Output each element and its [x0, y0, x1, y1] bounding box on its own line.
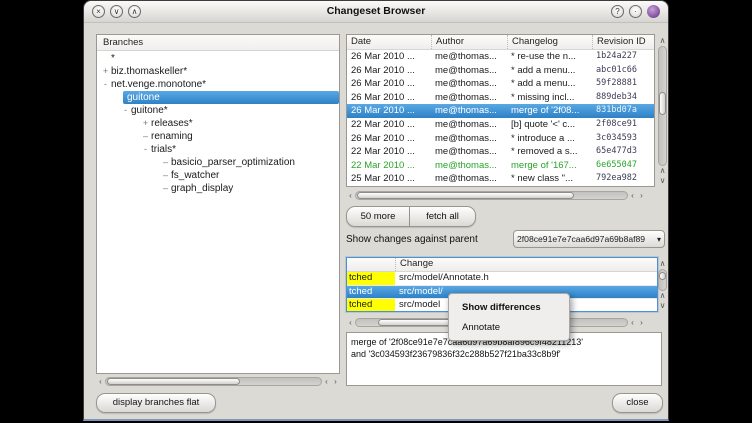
scrollbar-thumb[interactable]: [357, 192, 574, 199]
app-icon: [647, 5, 660, 18]
tree-item-renaming[interactable]: –renaming: [97, 130, 339, 143]
fetch-50-more-button[interactable]: 50 more: [346, 206, 410, 227]
titlebar-right-buttons: ? ·: [611, 5, 660, 18]
close-button[interactable]: close: [612, 393, 663, 413]
revisions-hscrollbar[interactable]: ‹ ‹ ›: [346, 190, 646, 201]
help-icon[interactable]: ?: [611, 5, 624, 18]
tree-item-graph-display[interactable]: –graph_display: [97, 182, 339, 195]
unshade-icon[interactable]: ∧: [128, 5, 141, 18]
scroll-left-icon[interactable]: ‹: [628, 318, 637, 328]
status-badge: tched: [347, 286, 395, 298]
keep-above-icon[interactable]: ·: [629, 5, 642, 18]
column-header-revision-id[interactable]: Revision ID: [592, 35, 654, 49]
status-badge: tched: [347, 299, 395, 311]
table-row[interactable]: 26 Mar 2010 ...me@thomas...* add a menu.…: [347, 64, 654, 78]
shade-icon[interactable]: ∨: [110, 5, 123, 18]
changes-vscrollbar[interactable]: ∧ ∧ ∨: [657, 259, 668, 311]
table-row[interactable]: 22 Mar 2010 ...me@thomas...[b] quote '<'…: [347, 118, 654, 132]
context-menu: Show differences Annotate: [448, 293, 570, 341]
scroll-right-icon[interactable]: ›: [331, 377, 340, 387]
scrollbar-track[interactable]: [658, 46, 667, 166]
branches-tree: * +biz.thomaskeller* -net.venge.monotone…: [97, 51, 339, 195]
scroll-left-icon[interactable]: ‹: [96, 377, 105, 387]
titlebar-left-buttons: × ∨ ∧: [92, 5, 141, 18]
fetch-button-group: 50 more fetch all: [346, 206, 476, 227]
parent-selector-label: Show changes against parent: [346, 234, 478, 245]
close-window-icon[interactable]: ×: [92, 5, 105, 18]
tree-item-biz-thomaskeller[interactable]: +biz.thomaskeller*: [97, 65, 339, 78]
branch-connector: –: [140, 130, 151, 143]
window-title: Changeset Browser: [84, 5, 668, 17]
column-header-date[interactable]: Date: [347, 35, 431, 49]
status-badge: tched: [347, 272, 395, 285]
menu-item-show-differences[interactable]: Show differences: [449, 298, 569, 318]
branches-header: Branches: [97, 35, 339, 51]
scroll-left-icon[interactable]: ‹: [346, 318, 355, 328]
changelog-line-2: and '3c034593f23679836f32c288b527f21ba33…: [351, 348, 657, 360]
revisions-vscrollbar[interactable]: ∧ ∧ ∨: [657, 36, 668, 186]
expander-icon[interactable]: +: [100, 65, 111, 78]
scroll-up-icon[interactable]: ∧: [658, 36, 667, 46]
tree-item-root[interactable]: *: [97, 52, 339, 65]
revisions-table: Date Author Changelog Revision ID 26 Mar…: [346, 34, 655, 187]
table-row[interactable]: 26 Mar 2010 ...me@thomas...* missing inc…: [347, 91, 654, 105]
scroll-left-icon[interactable]: ‹: [628, 191, 637, 201]
table-row-selected[interactable]: 26 Mar 2010 ...me@thomas...merge of '2f0…: [347, 104, 654, 118]
changes-table-header: Change: [347, 258, 657, 272]
tree-item-guitone-selected[interactable]: guitone: [123, 91, 339, 104]
changeset-browser-window: Changeset Browser × ∨ ∧ ? · Branches * +…: [83, 0, 669, 421]
scroll-down-icon[interactable]: ∨: [658, 176, 667, 186]
column-header-change[interactable]: Change: [395, 258, 657, 271]
tree-item-releases[interactable]: +releases*: [97, 117, 339, 130]
branch-connector: –: [160, 169, 171, 182]
revisions-table-header: Date Author Changelog Revision ID: [347, 35, 654, 50]
table-row[interactable]: 26 Mar 2010 ...me@thomas...* add a menu.…: [347, 77, 654, 91]
table-row[interactable]: 26 Mar 2010 ...me@thomas...* re-use the …: [347, 50, 654, 64]
fetch-all-button[interactable]: fetch all: [410, 206, 476, 227]
column-header-changelog[interactable]: Changelog: [507, 35, 592, 49]
tree-item-trials[interactable]: -trials*: [97, 143, 339, 156]
scrollbar-thumb[interactable]: [659, 92, 666, 116]
tree-item-net-venge-monotone[interactable]: -net.venge.monotone*: [97, 78, 339, 91]
table-row[interactable]: 26 Mar 2010 ...me@thomas...* introduce a…: [347, 132, 654, 146]
scrollbar-thumb[interactable]: [659, 272, 666, 280]
branch-connector: –: [160, 182, 171, 195]
column-header-status[interactable]: [347, 258, 395, 271]
tree-item-guitone-star[interactable]: -guitone*: [97, 104, 339, 117]
scroll-up-icon[interactable]: ∧: [658, 291, 667, 301]
column-header-author[interactable]: Author: [431, 35, 507, 49]
scrollbar-track[interactable]: [355, 191, 628, 200]
expander-icon[interactable]: -: [100, 78, 111, 91]
menu-item-annotate[interactable]: Annotate: [449, 318, 569, 338]
dropdown-value: 2f08ce91e7e7caa6d97a69b8af89: [517, 234, 655, 244]
scrollbar-track[interactable]: [658, 269, 667, 291]
scroll-up-icon[interactable]: ∧: [658, 166, 667, 176]
tree-item-basicio-parser-optimization[interactable]: –basicio_parser_optimization: [97, 156, 339, 169]
expander-icon[interactable]: +: [140, 117, 151, 130]
scroll-down-icon[interactable]: ∨: [658, 301, 667, 311]
table-row-merge[interactable]: 22 Mar 2010 ...me@thomas...merge of '167…: [347, 159, 654, 173]
titlebar[interactable]: Changeset Browser × ∨ ∧ ? ·: [84, 1, 668, 23]
scroll-right-icon[interactable]: ›: [637, 318, 646, 328]
parent-revision-dropdown[interactable]: 2f08ce91e7e7caa6d97a69b8af89 ▾: [513, 230, 665, 248]
tree-item-fs-watcher[interactable]: –fs_watcher: [97, 169, 339, 182]
expander-icon[interactable]: -: [120, 104, 131, 117]
display-branches-flat-button[interactable]: display branches flat: [96, 393, 216, 413]
scroll-left-icon[interactable]: ‹: [346, 191, 355, 201]
table-row[interactable]: 25 Mar 2010 ...me@thomas...* new class "…: [347, 172, 654, 186]
branches-hscrollbar[interactable]: ‹ ‹ ›: [96, 376, 340, 387]
change-row-annotate-h[interactable]: tchedsrc/model/Annotate.h: [347, 272, 657, 285]
table-row[interactable]: 22 Mar 2010 ...me@thomas...* removed a s…: [347, 145, 654, 159]
scrollbar-thumb[interactable]: [107, 378, 240, 385]
branch-connector: –: [160, 156, 171, 169]
scrollbar-track[interactable]: [105, 377, 322, 386]
branches-panel: Branches * +biz.thomaskeller* -net.venge…: [96, 34, 340, 374]
scroll-right-icon[interactable]: ›: [637, 191, 646, 201]
expander-icon[interactable]: -: [140, 143, 151, 156]
chevron-down-icon: ▾: [655, 235, 661, 244]
scroll-left-icon[interactable]: ‹: [322, 377, 331, 387]
scroll-up-icon[interactable]: ∧: [658, 259, 667, 269]
